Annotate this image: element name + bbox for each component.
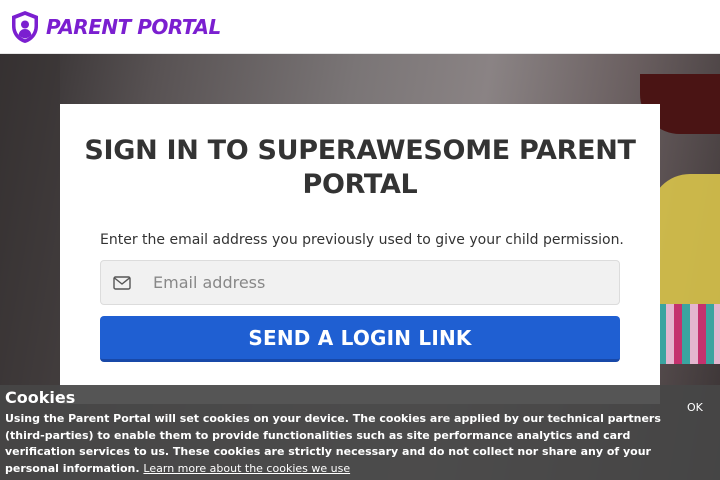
- cookie-text: Using the Parent Portal will set cookies…: [5, 411, 680, 477]
- logo[interactable]: PARENT PORTAL: [10, 10, 221, 44]
- logo-text: PARENT PORTAL: [46, 15, 221, 39]
- cookie-ok-button[interactable]: OK: [687, 401, 703, 414]
- login-card: SIGN IN TO SUPERAWESOME PARENT PORTAL En…: [60, 104, 660, 404]
- learn-more-cookies-link[interactable]: Learn more about the cookies we use: [143, 462, 350, 475]
- cookie-banner: Cookies Using the Parent Portal will set…: [0, 385, 720, 480]
- cookie-title: Cookies: [5, 388, 76, 407]
- send-login-link-button[interactable]: SEND A LOGIN LINK: [100, 316, 620, 362]
- page-title: SIGN IN TO SUPERAWESOME PARENT PORTAL: [84, 135, 636, 200]
- email-field[interactable]: [100, 260, 620, 305]
- shield-user-icon: [10, 10, 40, 44]
- login-description: Enter the email address you previously u…: [100, 232, 624, 248]
- email-input[interactable]: [153, 273, 613, 292]
- site-header: PARENT PORTAL: [0, 0, 720, 54]
- envelope-icon: [113, 275, 131, 290]
